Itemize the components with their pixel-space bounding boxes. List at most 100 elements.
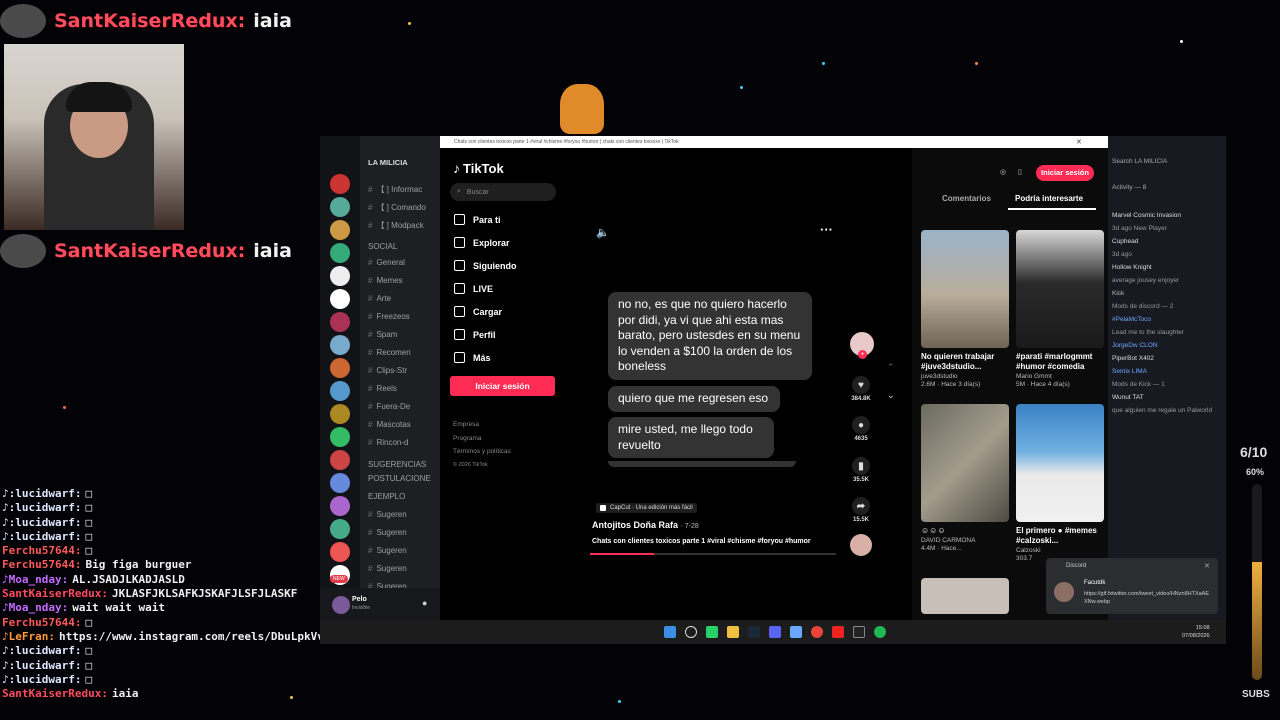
member-item[interactable]: Marvel Cosmic Invasion: [1112, 212, 1181, 219]
member-item[interactable]: PiperBot X402: [1112, 355, 1154, 362]
channel-item[interactable]: # 【 ] Modpack: [368, 220, 424, 231]
channel-item[interactable]: SUGERENCIAS: [368, 460, 426, 469]
server-icon[interactable]: [330, 542, 350, 562]
channel-item[interactable]: # Spam: [368, 330, 397, 339]
window-close-icon[interactable]: ✕: [1076, 138, 1082, 146]
discord-icon[interactable]: [769, 626, 781, 638]
channel-item[interactable]: # Reels: [368, 384, 397, 393]
channel-item[interactable]: # 【 ] Comando: [368, 202, 426, 213]
member-item[interactable]: Wunut TAT: [1112, 394, 1144, 401]
channel-item[interactable]: # Sugeren: [368, 510, 407, 519]
nav-item[interactable]: Cargar: [454, 306, 502, 317]
steam-icon[interactable]: [748, 626, 760, 638]
obs-icon[interactable]: [832, 626, 844, 638]
tiktok-logo[interactable]: ♪ TikTok: [453, 160, 504, 176]
capcut-icon[interactable]: [853, 626, 865, 638]
server-icon[interactable]: [330, 404, 350, 424]
nav-item[interactable]: LIVE: [454, 283, 493, 294]
member-item[interactable]: Hollow Knight: [1112, 264, 1152, 271]
prev-video-icon[interactable]: ⌃: [887, 362, 895, 373]
server-icon[interactable]: [330, 358, 350, 378]
channel-item[interactable]: # Fuera-De: [368, 402, 410, 411]
server-icon[interactable]: [330, 496, 350, 516]
member-item[interactable]: Mods de discord — 2: [1112, 303, 1173, 310]
footer-link[interactable]: Empresa: [453, 418, 511, 432]
chrome-icon[interactable]: [811, 626, 823, 638]
channel-item[interactable]: # Memes: [368, 276, 403, 285]
spotify-icon[interactable]: [874, 626, 886, 638]
channel-item[interactable]: # Clips-Str: [368, 366, 407, 375]
channel-item[interactable]: # General: [368, 258, 405, 267]
server-icon[interactable]: [330, 427, 350, 447]
member-item[interactable]: #PelaMcToco: [1112, 316, 1151, 323]
search-input[interactable]: ⌕ Buscar: [450, 183, 556, 201]
member-item[interactable]: 3d ago: [1112, 251, 1132, 258]
server-name[interactable]: LA MILICIA: [368, 158, 408, 167]
creator-avatar[interactable]: +: [850, 332, 874, 359]
video-progress-track[interactable]: [590, 553, 836, 555]
save-action[interactable]: ▮ 35.5K: [849, 457, 873, 483]
volume-icon[interactable]: 🔈: [596, 226, 610, 239]
recommended-video[interactable]: ☺☺☺ DAVID CARMONA 4.4M · Hace...: [921, 404, 1011, 552]
member-item[interactable]: 3d ago New Player: [1112, 225, 1167, 232]
nav-item[interactable]: Siguiendo: [454, 260, 517, 271]
footer-link[interactable]: Programa: [453, 432, 511, 446]
channel-item[interactable]: # Mascotas: [368, 420, 411, 429]
footer-link[interactable]: Términos y políticas: [453, 445, 511, 459]
device-icon[interactable]: ▯: [1018, 168, 1022, 176]
music-disc[interactable]: [850, 534, 872, 556]
server-icon[interactable]: [330, 243, 350, 263]
login-sidebar-button[interactable]: Iniciar sesión: [450, 376, 555, 396]
video-thumbnail[interactable]: [921, 578, 1009, 614]
server-icon[interactable]: [330, 335, 350, 355]
discord-notification[interactable]: Discord Facutdk https://gif.fxtwitter.co…: [1046, 558, 1218, 614]
video-author[interactable]: Antojitos Doña Rafa · 7-28: [592, 520, 699, 530]
server-icon[interactable]: [330, 220, 350, 240]
channel-item[interactable]: # Rincon-d: [368, 438, 408, 447]
server-icon[interactable]: [330, 312, 350, 332]
mic-icon[interactable]: ●: [422, 598, 427, 608]
channel-item[interactable]: # Freezeos: [368, 312, 410, 321]
follow-plus-icon[interactable]: +: [858, 350, 867, 359]
recommended-video[interactable]: El primero ● #memes #calzoski... Calzosk…: [1016, 404, 1106, 562]
member-item[interactable]: Kick: [1112, 290, 1124, 297]
folder-icon[interactable]: [727, 626, 739, 638]
channel-item[interactable]: EJEMPLO: [368, 492, 405, 501]
like-action[interactable]: ♥ 384.8K: [849, 376, 873, 402]
server-icon[interactable]: [330, 266, 350, 286]
channel-item[interactable]: # Sugeren: [368, 546, 407, 555]
compass-icon[interactable]: ◎: [1000, 168, 1006, 176]
start-icon[interactable]: [664, 626, 676, 638]
clock[interactable]: 15:08 07/08/2026: [1182, 624, 1210, 640]
server-icon[interactable]: [330, 519, 350, 539]
member-item[interactable]: Mods de Kick — 1: [1112, 381, 1165, 388]
server-icon[interactable]: [330, 197, 350, 217]
nav-item[interactable]: Explorar: [454, 237, 510, 248]
comment-action[interactable]: ● 4635: [849, 416, 873, 442]
server-icon[interactable]: [330, 174, 350, 194]
capcut-badge[interactable]: CapCut · Una edición más fácil: [596, 503, 697, 513]
server-icon[interactable]: [330, 289, 350, 309]
member-item[interactable]: Semix LIMA: [1112, 368, 1147, 375]
share-action[interactable]: ➦ 15.5K: [849, 497, 873, 523]
recommended-video[interactable]: #parati #marlogmmt #humor #comedia Mario…: [1016, 230, 1106, 388]
nav-item[interactable]: Perfil: [454, 329, 496, 340]
server-icon[interactable]: [330, 450, 350, 470]
header-login-button[interactable]: Iniciar sesión: [1036, 165, 1094, 181]
notification-close-icon[interactable]: ✕: [1204, 562, 1210, 570]
whatsapp-icon[interactable]: [706, 626, 718, 638]
server-icon[interactable]: [330, 381, 350, 401]
nav-item[interactable]: Para ti: [454, 214, 501, 225]
next-video-icon[interactable]: ⌄: [887, 390, 895, 401]
nav-item[interactable]: Más: [454, 352, 491, 363]
channel-item[interactable]: POSTULACIONE: [368, 474, 431, 483]
member-search[interactable]: Search LA MILICIA: [1112, 158, 1167, 165]
server-icon[interactable]: [330, 473, 350, 493]
channel-item[interactable]: # Arte: [368, 294, 391, 303]
more-options-icon[interactable]: ···: [820, 222, 833, 237]
member-item[interactable]: average jousey enjoyer: [1112, 277, 1179, 284]
channel-item[interactable]: # 【 ] Informac: [368, 184, 422, 195]
search-taskbar-icon[interactable]: [685, 626, 697, 638]
tab-comments[interactable]: Comentarios: [942, 194, 991, 203]
channel-item[interactable]: # Sugeren: [368, 528, 407, 537]
